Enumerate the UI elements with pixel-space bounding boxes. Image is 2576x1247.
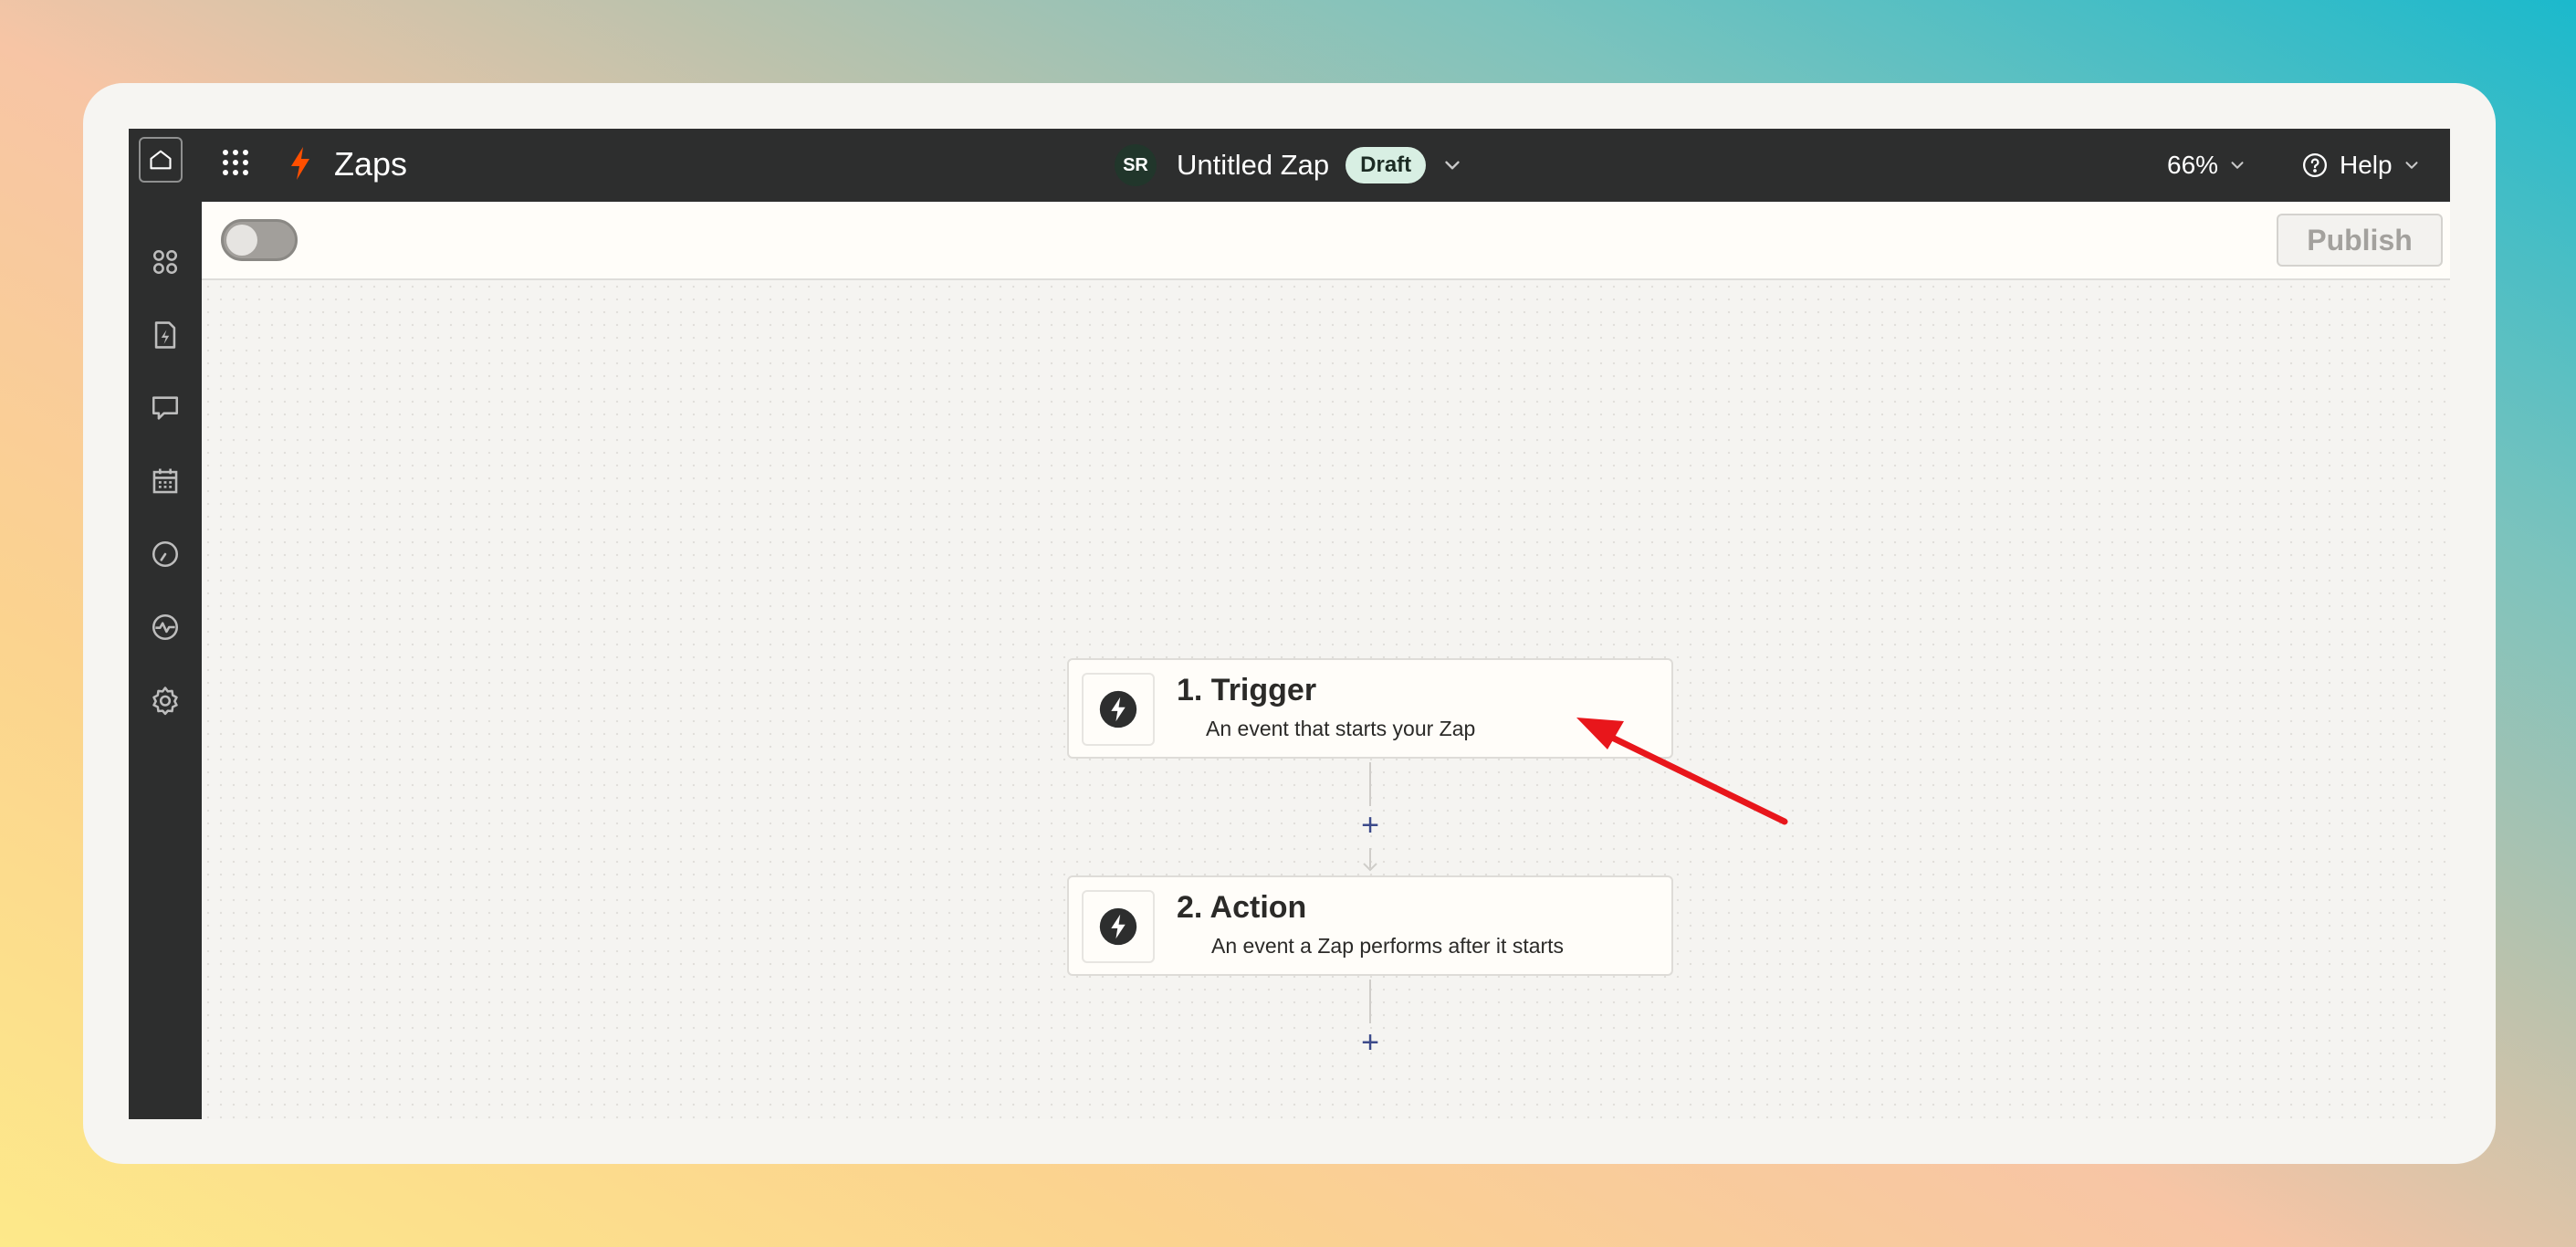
help-dropdown[interactable]: Help [2301,147,2422,183]
activity-icon [152,613,179,641]
publish-button[interactable]: Publish [2277,214,2443,267]
chevron-down-icon [2231,162,2244,169]
action-step-card[interactable]: 2. Action An event a Zap performs after … [1067,875,1673,976]
step-connector [1369,980,1371,1023]
sidebar-item-interfaces[interactable] [147,390,183,426]
zapier-bolt-logo-icon [291,147,309,180]
sidebar-item-history[interactable] [147,536,183,572]
grid-icon [223,150,248,175]
step-description: An event that starts your Zap [1206,717,1476,740]
calendar-icon [152,468,178,494]
app-title: Zaps [334,145,408,183]
zoom-dropdown[interactable]: 66% [2167,147,2247,183]
sidebar-item-zaps[interactable] [147,317,183,353]
bolt-icon [1099,907,1137,946]
zap-file-icon [154,321,176,349]
toggle-knob [226,225,257,256]
help-label: Help [2340,151,2393,179]
sidebar-item-activity[interactable] [147,609,183,645]
step-icon-box [1082,890,1155,963]
zoom-level: 66% [2167,151,2219,179]
zap-editor-window: Zaps SR Untitled Zap Draft 66% Help Publ… [129,129,2450,1119]
apps-cluster-icon [152,249,178,275]
step-title: 2. Action [1177,890,1307,925]
step-icon-box [1082,673,1155,746]
sidebar-item-settings[interactable] [147,682,183,718]
top-bar: Zaps SR Untitled Zap Draft 66% Help [129,129,2450,202]
home-icon [150,150,172,170]
step-title: 1. Trigger [1177,673,1317,707]
apps-grid-button[interactable] [222,149,249,176]
help-circle-icon [2303,153,2327,177]
connector-arrow-icon [1363,863,1377,872]
step-connector [1369,762,1371,806]
zap-on-off-toggle[interactable] [221,219,298,261]
bolt-icon [1099,690,1137,728]
editor-toolbar: Publish [202,202,2450,280]
settings-gear-icon [152,686,178,716]
sidebar-item-apps[interactable] [147,244,183,280]
workflow-canvas[interactable]: 1. Trigger An event that starts your Zap… [202,280,2450,1119]
add-step-button[interactable]: + [1357,1027,1383,1058]
status-badge: Draft [1346,147,1427,183]
add-step-button[interactable]: + [1357,810,1383,841]
history-clock-icon [152,540,179,568]
zap-title-group: SR Untitled Zap Draft [1115,143,1464,187]
annotation-arrow [1576,718,1788,825]
sidebar [129,202,202,1119]
home-button[interactable] [139,137,183,183]
step-description: An event a Zap performs after it starts [1211,934,1565,958]
sidebar-item-tables[interactable] [147,463,183,499]
chevron-down-icon [2405,162,2418,169]
zap-name-field[interactable]: Untitled Zap [1177,149,1329,182]
chevron-down-icon[interactable] [1440,153,1464,177]
avatar[interactable]: SR [1115,144,1157,186]
chat-icon [152,396,179,420]
